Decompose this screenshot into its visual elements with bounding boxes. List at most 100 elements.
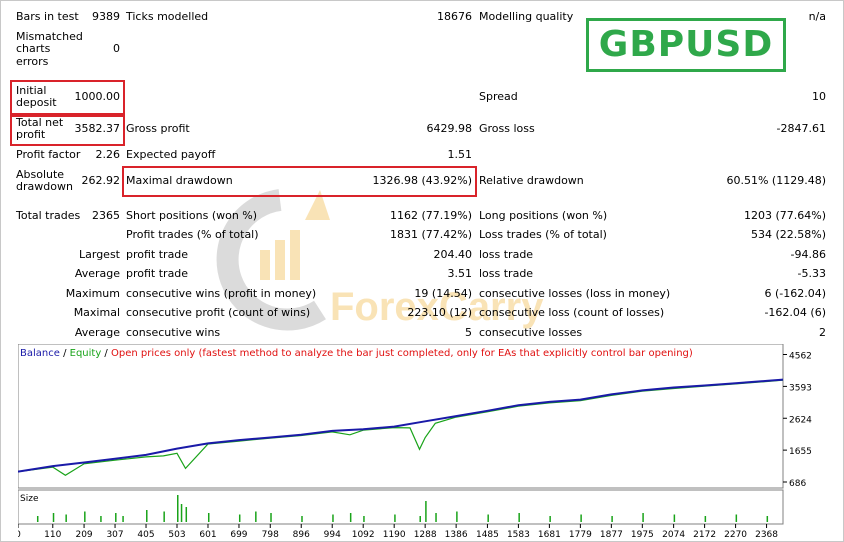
size-bar <box>394 514 396 522</box>
largest-lt-label: loss trade <box>479 248 534 261</box>
x-tick-label: 798 <box>262 530 279 540</box>
max-cl-value: 6 (-162.04) <box>764 287 826 300</box>
y-tick-label: 3593 <box>789 383 812 393</box>
size-bar <box>207 513 210 522</box>
largest-lt-value: -94.86 <box>790 248 826 261</box>
size-bar <box>65 514 67 522</box>
lt-label: Loss trades (% of total) <box>479 228 607 241</box>
mismatch-label-3: errors <box>16 55 49 68</box>
size-bar <box>163 511 165 522</box>
x-tick-label: 1288 <box>414 530 437 540</box>
net-value: 3582.37 <box>74 122 121 135</box>
x-tick-label: 307 <box>106 530 123 540</box>
legend-note: Open prices only (fastest method to anal… <box>110 348 693 359</box>
size-bar <box>425 501 427 522</box>
deposit-value: 1000.00 <box>74 90 121 103</box>
size-bar <box>52 513 55 522</box>
size-bar <box>238 514 241 522</box>
size-bar <box>177 495 179 522</box>
average-pt-value: 3.51 <box>447 267 473 280</box>
x-tick-label: 209 <box>75 530 92 540</box>
size-bar <box>642 513 644 522</box>
x-tick-label: 0 <box>18 530 21 540</box>
chart-legend: Balance / Equity / Open prices only (fas… <box>20 348 693 359</box>
lt-value: 534 (22.58%) <box>750 228 826 241</box>
size-bar <box>766 516 769 522</box>
balance-equity-chart: 4562 3593 2624 1655 686 0 110 209 307 405 503 601 6… <box>18 344 812 540</box>
ep-value: 1.51 <box>447 148 473 161</box>
y-tick-label: 1655 <box>789 447 812 457</box>
maximal-cl-label: consecutive loss (count of losses) <box>479 306 665 319</box>
symbol-badge: GBPUSD <box>586 18 786 72</box>
quality-label: Modelling quality <box>479 10 574 23</box>
maximum-label: Maximum <box>65 287 120 300</box>
rel-dd-label: Relative drawdown <box>479 174 584 187</box>
x-tick-label: 699 <box>230 530 247 540</box>
x-tick-label: 110 <box>44 530 61 540</box>
x-tick-label: 2074 <box>662 530 685 540</box>
y-tick-label: 4562 <box>789 352 812 362</box>
x-tick-label: 1386 <box>445 530 468 540</box>
x-tick-label: 1681 <box>538 530 561 540</box>
size-bar <box>704 516 707 522</box>
avg-cl-value: 2 <box>819 326 826 339</box>
size-bar <box>435 513 437 522</box>
max-dd-label: Maximal drawdown <box>126 174 233 187</box>
spread-value: 10 <box>812 90 826 103</box>
pt-label: Profit trades (% of total) <box>126 228 259 241</box>
deposit-label-2: deposit <box>16 96 57 109</box>
spread-label: Spread <box>479 90 518 103</box>
abs-dd-value: 262.92 <box>81 174 121 187</box>
size-bar <box>122 516 124 522</box>
pf-value: 2.26 <box>95 148 121 161</box>
largest-pt-label: profit trade <box>126 248 189 261</box>
abs-dd-label-2: drawdown <box>16 180 73 193</box>
net-label-2: profit <box>16 128 46 141</box>
avg-cw-label: consecutive wins <box>126 326 221 339</box>
size-bar <box>270 513 272 522</box>
max-cl-label: consecutive losses (loss in money) <box>479 287 671 300</box>
x-tick-label: 601 <box>199 530 216 540</box>
size-bar <box>84 511 86 522</box>
trades-value: 2365 <box>92 209 120 222</box>
mismatch-value: 0 <box>113 42 120 55</box>
size-bar <box>518 513 520 522</box>
average-lt-label: loss trade <box>479 267 534 280</box>
size-bar <box>363 516 365 522</box>
legend-equity: Equity <box>69 348 102 359</box>
y-tick-label: 686 <box>789 479 806 489</box>
size-bar <box>349 513 352 522</box>
gross-loss-label: Gross loss <box>479 122 535 135</box>
gross-profit-label: Gross profit <box>126 122 190 135</box>
pf-label: Profit factor <box>16 148 81 161</box>
max-dd-value: 1326.98 (43.92%) <box>372 174 472 187</box>
size-bar <box>332 514 334 522</box>
size-bar <box>146 510 148 522</box>
legend-sep2: / <box>101 348 111 359</box>
x-tick-label: 405 <box>137 530 154 540</box>
x-tick-label: 1485 <box>476 530 499 540</box>
mismatch-label-2: charts <box>16 42 51 55</box>
x-tick-label: 1583 <box>507 530 530 540</box>
x-tick-label: 1975 <box>631 530 654 540</box>
average-label: Average <box>74 267 120 280</box>
gross-loss-value: -2847.61 <box>776 122 826 135</box>
maximal-cp-value: 223.10 (12) <box>407 306 472 319</box>
trades-label: Total trades <box>16 209 81 222</box>
size-bar <box>100 516 102 522</box>
largest-pt-value: 204.40 <box>433 248 473 261</box>
x-tick-label: 2270 <box>724 530 747 540</box>
x-tick-label: 1779 <box>569 530 592 540</box>
maximal-cl-value: -162.04 (6) <box>764 306 826 319</box>
bars-label: Bars in test <box>16 10 79 23</box>
x-tick-label: 994 <box>324 530 341 540</box>
long-value: 1203 (77.64%) <box>743 209 826 222</box>
x-tick-label: 1092 <box>352 530 375 540</box>
avg2-label: Average <box>74 326 120 339</box>
size-bar <box>456 511 458 522</box>
x-tick-label: 503 <box>168 530 185 540</box>
size-bar <box>419 516 421 522</box>
pt-value: 1831 (77.42%) <box>389 228 472 241</box>
rel-dd-value: 60.51% (1129.48) <box>726 174 826 187</box>
size-bar <box>549 516 551 522</box>
